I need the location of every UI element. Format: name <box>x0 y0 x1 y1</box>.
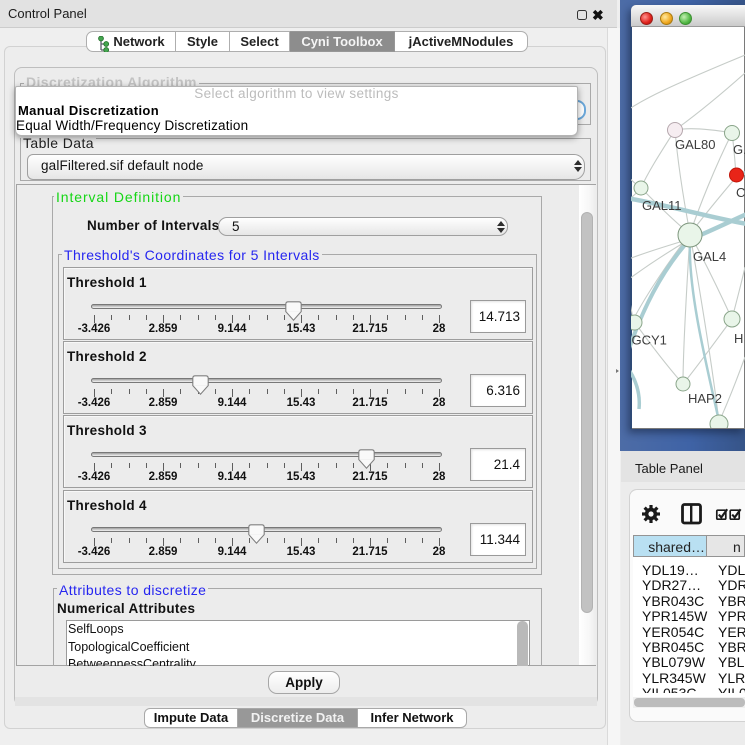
svg-text:G.: G. <box>733 142 745 157</box>
svg-text:GAL80: GAL80 <box>675 137 715 152</box>
svg-text:HAP2: HAP2 <box>688 391 722 406</box>
svg-text:GAL11: GAL11 <box>642 198 682 213</box>
svg-text:GAL4: GAL4 <box>693 249 726 264</box>
svg-text:C: C <box>736 185 745 200</box>
svg-text:H: H <box>734 331 743 346</box>
svg-text:GCY1: GCY1 <box>632 333 667 348</box>
